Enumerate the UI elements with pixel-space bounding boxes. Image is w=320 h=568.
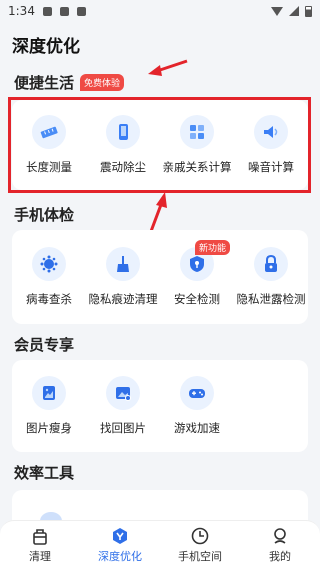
section-title-efficiency: 效率工具 xyxy=(14,462,74,483)
section-title-member: 会员专享 xyxy=(14,334,74,355)
nav-label: 深度优化 xyxy=(98,549,142,563)
profile-icon xyxy=(270,526,290,546)
wifi-icon xyxy=(271,6,283,16)
gamepad-icon xyxy=(180,376,214,410)
tool-virus-scan[interactable]: 病毒查杀 xyxy=(12,230,86,324)
annotation-arrow-top xyxy=(148,59,188,76)
page-title: 深度优化 xyxy=(12,37,80,57)
nav-label: 手机空间 xyxy=(178,549,222,563)
battery-icon xyxy=(305,5,312,17)
free-trial-badge: 免费体验 xyxy=(80,74,125,91)
tool-label: 图片瘦身 xyxy=(26,421,72,435)
tool-privacy-leak[interactable]: 隐私泄露检测 xyxy=(234,230,308,324)
checkup-card: 病毒查杀 隐私痕迹清理 新功能 安全检测 隐私泄露检测 xyxy=(12,230,308,324)
tool-label: 病毒查杀 xyxy=(26,292,72,306)
lock-icon xyxy=(254,247,288,281)
broom-icon xyxy=(106,247,140,281)
tool-label: 隐私泄露检测 xyxy=(236,292,306,306)
nav-label: 清理 xyxy=(29,549,51,563)
nav-label: 我的 xyxy=(269,549,291,563)
tool-privacy-clean[interactable]: 隐私痕迹清理 xyxy=(86,230,160,324)
section-title-text: 会员专享 xyxy=(14,336,75,354)
clean-icon xyxy=(30,526,50,546)
section-title-text: 手机体检 xyxy=(14,206,75,224)
photo-slim-icon xyxy=(32,376,66,410)
photo-recover-icon xyxy=(106,376,140,410)
new-feature-badge: 新功能 xyxy=(195,240,231,255)
empty-cell xyxy=(234,360,308,452)
nav-deep-optimize[interactable]: 深度优化 xyxy=(80,521,160,568)
section-title-convenient: 便捷生活 免费体验 xyxy=(14,72,125,93)
section-title-text: 便捷生活 xyxy=(14,74,75,92)
tool-photo-recover[interactable]: 找回图片 xyxy=(86,360,160,452)
tool-label: 找回图片 xyxy=(100,421,146,435)
tool-security-check[interactable]: 新功能 安全检测 xyxy=(160,230,234,324)
nav-profile[interactable]: 我的 xyxy=(240,521,320,568)
notification-square-icon xyxy=(76,6,86,16)
status-time: 1:34 xyxy=(8,4,35,18)
member-card: 图片瘦身 找回图片 游戏加速 xyxy=(12,360,308,452)
section-title-text: 效率工具 xyxy=(14,464,75,482)
signal-icon xyxy=(289,6,299,16)
tool-label: 隐私痕迹清理 xyxy=(88,292,158,306)
status-bar: 1:34 xyxy=(0,0,320,22)
notification-icon xyxy=(42,6,52,16)
bottom-nav: 清理 深度优化 手机空间 我的 xyxy=(0,520,320,568)
tool-label: 游戏加速 xyxy=(174,421,220,435)
notification-a-icon xyxy=(59,6,69,16)
annotation-highlight-box xyxy=(8,97,311,193)
section-title-checkup: 手机体检 xyxy=(14,204,74,225)
tool-game-boost[interactable]: 游戏加速 xyxy=(160,360,234,452)
nav-clean[interactable]: 清理 xyxy=(0,521,80,568)
deep-optimize-icon xyxy=(110,526,130,546)
nav-storage[interactable]: 手机空间 xyxy=(160,521,240,568)
tool-label: 安全检测 xyxy=(174,292,220,306)
virus-icon xyxy=(32,247,66,281)
storage-icon xyxy=(190,526,210,546)
tool-photo-slim[interactable]: 图片瘦身 xyxy=(12,360,86,452)
